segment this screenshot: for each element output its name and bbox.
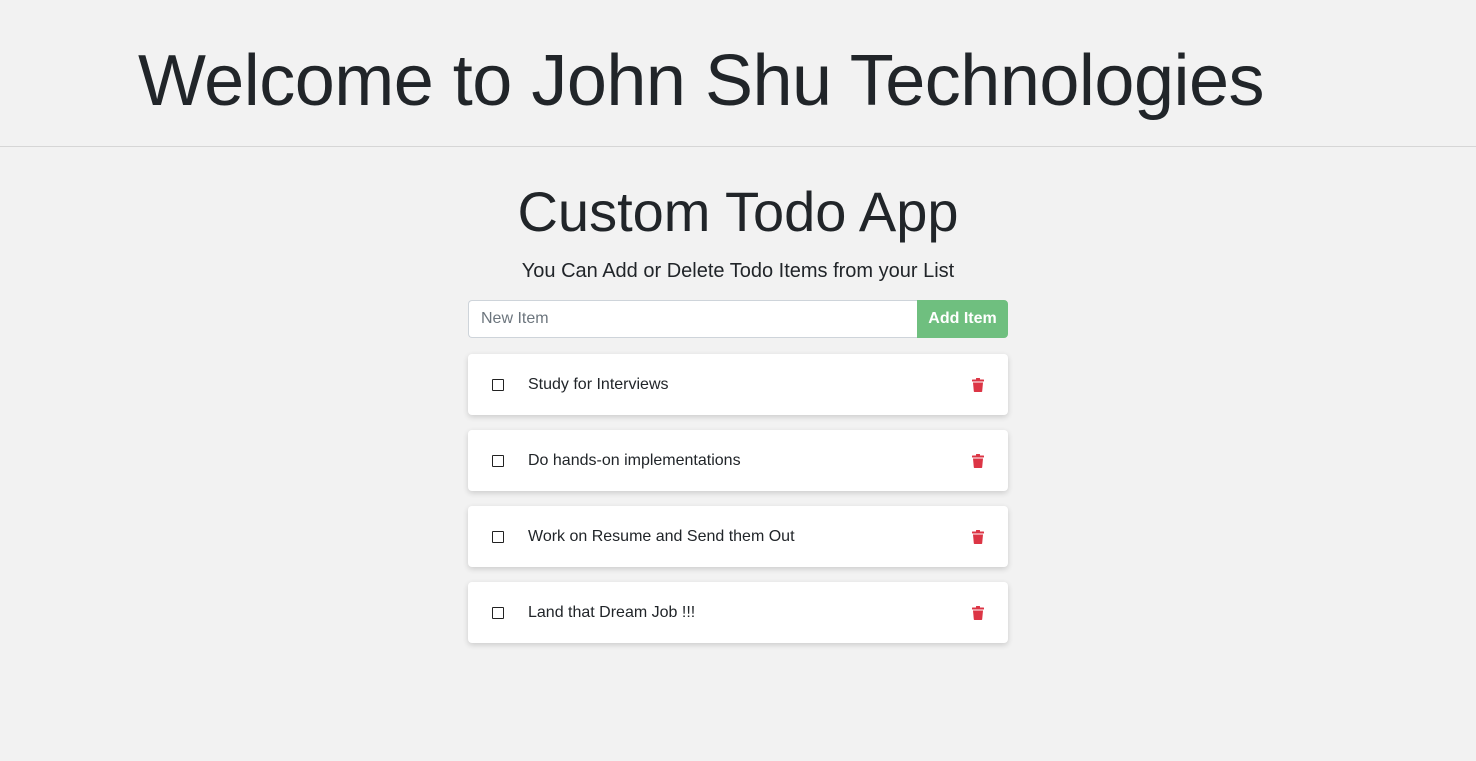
- todo-item: Work on Resume and Send them Out: [468, 506, 1008, 567]
- delete-button[interactable]: [966, 449, 990, 473]
- trash-icon: [972, 377, 984, 392]
- todo-checkbox[interactable]: [492, 378, 504, 391]
- delete-button[interactable]: [966, 601, 990, 625]
- delete-button[interactable]: [966, 373, 990, 397]
- trash-icon: [972, 529, 984, 544]
- todo-checkbox[interactable]: [492, 606, 504, 619]
- delete-button[interactable]: [966, 525, 990, 549]
- todo-text: Study for Interviews: [528, 375, 669, 393]
- todo-item: Do hands-on implementations: [468, 430, 1008, 491]
- app-title: Custom Todo App: [517, 180, 959, 243]
- trash-icon: [972, 453, 984, 468]
- trash-icon: [972, 605, 984, 620]
- new-item-input[interactable]: [468, 300, 917, 338]
- todo-text: Do hands-on implementations: [528, 451, 741, 469]
- app-subtitle: You Can Add or Delete Todo Items from yo…: [521, 260, 955, 282]
- todo-text: Work on Resume and Send them Out: [528, 527, 795, 545]
- todo-app: Custom Todo App You Can Add or Delete To…: [468, 147, 1008, 643]
- site-title: Welcome to John Shu Technologies: [138, 41, 1265, 121]
- todo-checkbox[interactable]: [492, 530, 504, 543]
- site-header: Welcome to John Shu Technologies: [0, 0, 1476, 147]
- todo-item: Land that Dream Job !!!: [468, 582, 1008, 643]
- add-item-form: Add Item: [468, 300, 1008, 338]
- todo-checkbox[interactable]: [492, 454, 504, 467]
- add-item-button[interactable]: Add Item: [917, 300, 1008, 338]
- todo-text: Land that Dream Job !!!: [528, 603, 696, 621]
- todo-list: Study for Interviews Do hands-on impleme…: [468, 354, 1008, 643]
- todo-item: Study for Interviews: [468, 354, 1008, 415]
